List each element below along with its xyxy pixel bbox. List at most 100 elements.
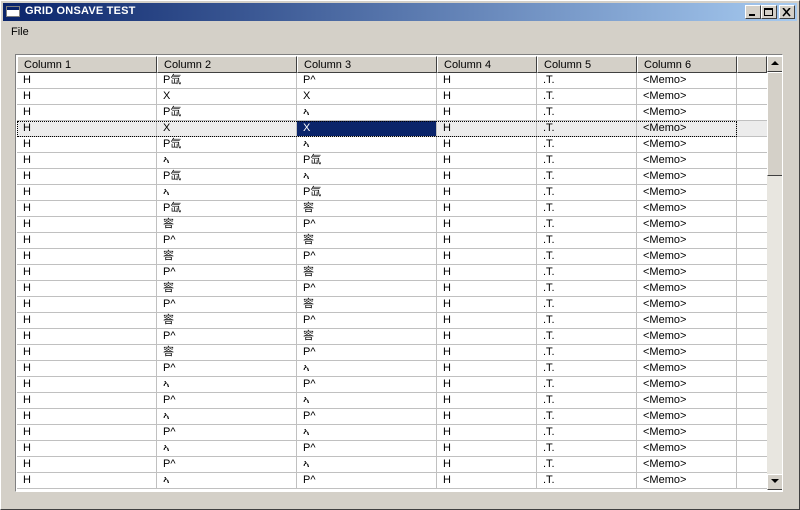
grid-cell[interactable]: H: [437, 73, 537, 89]
grid-cell[interactable]: H: [17, 265, 157, 281]
close-button[interactable]: [779, 5, 795, 19]
grid-cell[interactable]: H: [17, 393, 157, 409]
grid-cell[interactable]: .T.: [537, 265, 637, 281]
grid-cell[interactable]: .T.: [537, 137, 637, 153]
minimize-button[interactable]: [745, 5, 761, 19]
scroll-up-button[interactable]: [767, 56, 782, 72]
grid-cell[interactable]: H: [437, 265, 537, 281]
grid-cell[interactable]: ኣ: [297, 137, 437, 153]
grid-cell[interactable]: 䆟: [157, 217, 297, 233]
grid-cell[interactable]: P^: [297, 281, 437, 297]
grid-cell[interactable]: ኣ: [157, 409, 297, 425]
grid-cell[interactable]: <Memo>: [637, 265, 737, 281]
grid-cell[interactable]: H: [17, 233, 157, 249]
table-row[interactable]: H P氙 ኣ H .T. <Memo>: [17, 169, 767, 185]
grid-cell[interactable]: H: [437, 377, 537, 393]
grid-cell[interactable]: P^: [157, 425, 297, 441]
grid-cell[interactable]: H: [17, 329, 157, 345]
grid-cell[interactable]: ኣ: [297, 425, 437, 441]
grid-cell[interactable]: .T.: [537, 89, 637, 105]
grid-cell[interactable]: ኣ: [157, 441, 297, 457]
grid-cell[interactable]: .T.: [537, 249, 637, 265]
grid-cell[interactable]: P^: [297, 473, 437, 489]
grid-cell[interactable]: H: [17, 89, 157, 105]
grid-cell[interactable]: <Memo>: [637, 105, 737, 121]
grid-cell[interactable]: ኣ: [297, 361, 437, 377]
grid-cell[interactable]: H: [437, 297, 537, 313]
grid-cell[interactable]: H: [17, 185, 157, 201]
table-row[interactable]: H P^ ኣ H .T. <Memo>: [17, 425, 767, 441]
grid-cell[interactable]: 䆟: [297, 297, 437, 313]
grid-cell[interactable]: .T.: [537, 217, 637, 233]
maximize-button[interactable]: [761, 5, 777, 19]
grid-cell[interactable]: P氙: [157, 105, 297, 121]
grid-cell[interactable]: X: [297, 121, 437, 137]
grid-cell[interactable]: H: [437, 169, 537, 185]
grid-cell[interactable]: H: [437, 105, 537, 121]
grid-cell[interactable]: X: [297, 89, 437, 105]
grid-cell[interactable]: <Memo>: [637, 217, 737, 233]
grid-cell[interactable]: H: [437, 201, 537, 217]
grid-cell[interactable]: ኣ: [297, 105, 437, 121]
grid-cell[interactable]: H: [437, 329, 537, 345]
grid-cell[interactable]: H: [437, 281, 537, 297]
grid-cell[interactable]: H: [437, 185, 537, 201]
data-grid[interactable]: Column 1 Column 2 Column 3 Column 4 Column 5…: [15, 54, 783, 492]
table-row[interactable]: H P^ ኣ H .T. <Memo>: [17, 457, 767, 473]
grid-cell[interactable]: <Memo>: [637, 409, 737, 425]
grid-cell[interactable]: H: [17, 281, 157, 297]
grid-cell[interactable]: <Memo>: [637, 249, 737, 265]
grid-cell[interactable]: P^: [157, 393, 297, 409]
table-row[interactable]: H P^ ኣ H .T. <Memo>: [17, 393, 767, 409]
grid-cell[interactable]: H: [17, 153, 157, 169]
table-row[interactable]: H ኣ P氙 H .T. <Memo>: [17, 153, 767, 169]
grid-cell[interactable]: P氙: [157, 73, 297, 89]
grid-cell[interactable]: .T.: [537, 425, 637, 441]
grid-cell[interactable]: P^: [157, 457, 297, 473]
grid-cell[interactable]: P氙: [157, 169, 297, 185]
grid-cell[interactable]: P^: [297, 409, 437, 425]
grid-cell[interactable]: <Memo>: [637, 361, 737, 377]
grid-cell[interactable]: .T.: [537, 73, 637, 89]
window-icon[interactable]: [6, 6, 20, 17]
grid-cell[interactable]: <Memo>: [637, 377, 737, 393]
grid-cell[interactable]: <Memo>: [637, 89, 737, 105]
column-header-5[interactable]: Column 5: [537, 56, 637, 73]
table-row[interactable]: H 䆟 P^ H .T. <Memo>: [17, 249, 767, 265]
table-row[interactable]: H P氙 ኣ H .T. <Memo>: [17, 137, 767, 153]
grid-cell[interactable]: <Memo>: [637, 393, 737, 409]
grid-cell[interactable]: H: [437, 361, 537, 377]
table-row[interactable]: H 䆟 P^ H .T. <Memo>: [17, 345, 767, 361]
grid-cell[interactable]: H: [437, 89, 537, 105]
grid-cell[interactable]: <Memo>: [637, 121, 737, 137]
grid-cell[interactable]: P^: [297, 377, 437, 393]
grid-cell[interactable]: ኣ: [297, 457, 437, 473]
grid-cell[interactable]: .T.: [537, 233, 637, 249]
grid-cell[interactable]: H: [17, 409, 157, 425]
grid-cell[interactable]: <Memo>: [637, 281, 737, 297]
grid-cell[interactable]: H: [437, 249, 537, 265]
grid-cell[interactable]: X: [157, 89, 297, 105]
table-row[interactable]: H 䆟 P^ H .T. <Memo>: [17, 281, 767, 297]
grid-cell[interactable]: H: [17, 105, 157, 121]
table-row[interactable]: H X X H .T. <Memo>: [17, 89, 767, 105]
grid-cell[interactable]: P^: [297, 217, 437, 233]
grid-cell[interactable]: .T.: [537, 121, 637, 137]
grid-cell[interactable]: P氙: [157, 137, 297, 153]
table-row[interactable]: H ኣ P^ H .T. <Memo>: [17, 473, 767, 489]
column-header-1[interactable]: Column 1: [17, 56, 157, 73]
menu-file[interactable]: File: [11, 26, 29, 38]
grid-cell[interactable]: P氙: [297, 185, 437, 201]
grid-cell[interactable]: .T.: [537, 393, 637, 409]
grid-cell[interactable]: .T.: [537, 153, 637, 169]
grid-cell[interactable]: H: [17, 313, 157, 329]
grid-cell[interactable]: <Memo>: [637, 425, 737, 441]
grid-cell[interactable]: <Memo>: [637, 233, 737, 249]
vertical-scrollbar[interactable]: [767, 56, 782, 490]
grid-cell[interactable]: <Memo>: [637, 297, 737, 313]
grid-cell[interactable]: P氙: [297, 153, 437, 169]
grid-cell[interactable]: .T.: [537, 409, 637, 425]
grid-cell[interactable]: P^: [157, 297, 297, 313]
table-row[interactable]: H P^ 䆟 H .T. <Memo>: [17, 265, 767, 281]
grid-cell[interactable]: H: [17, 217, 157, 233]
